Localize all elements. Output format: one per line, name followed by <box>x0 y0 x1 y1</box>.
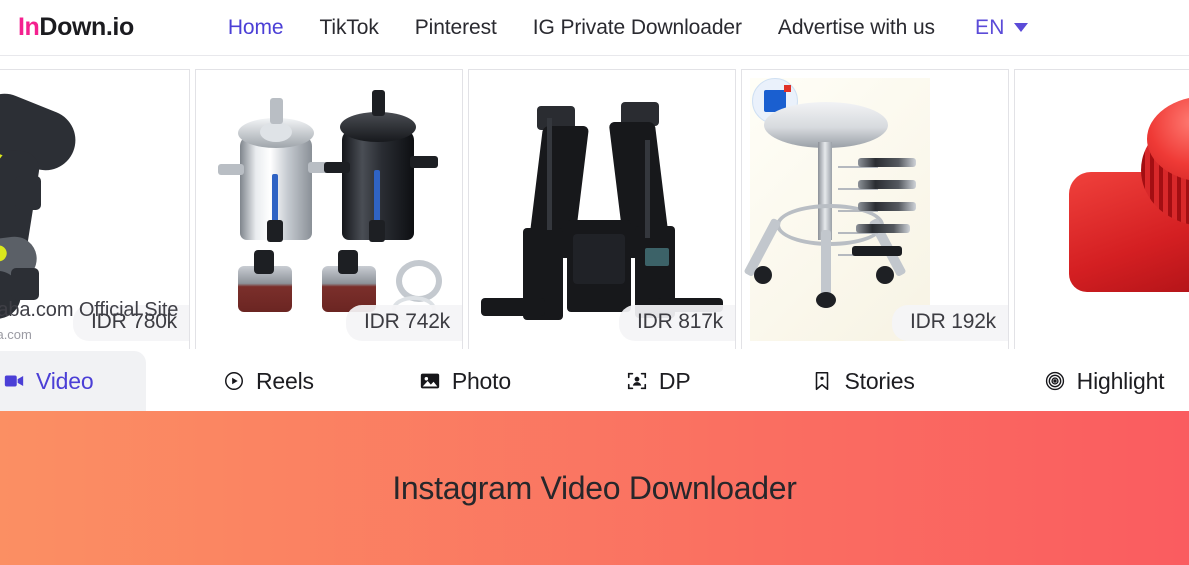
hero-banner: Instagram Video Downloader <box>0 411 1189 565</box>
main-nav: Home TikTok Pinterest IG Private Downloa… <box>210 16 1036 40</box>
tab-label: Stories <box>844 367 915 394</box>
target-circles-icon <box>1043 369 1067 393</box>
chevron-down-icon <box>1013 23 1028 32</box>
tab-label: Reels <box>256 367 314 394</box>
tab-stories[interactable]: Stories <box>786 351 938 411</box>
tab-highlight[interactable]: Highlight <box>1019 351 1189 411</box>
nav-link-home[interactable]: Home <box>210 16 302 40</box>
language-code: EN <box>974 15 1005 39</box>
nav-link-advertise-with-us[interactable]: Advertise with us <box>760 16 953 40</box>
language-selector[interactable]: EN <box>967 16 1036 40</box>
ad-card-tactical-chest-rig[interactable]: IDR 817k <box>468 69 736 349</box>
price-label: IDR 742k <box>346 305 462 341</box>
nav-link-ig-private-downloader[interactable]: IG Private Downloader <box>515 16 760 40</box>
image-icon <box>418 369 442 393</box>
tab-photo[interactable]: Photo <box>394 351 535 411</box>
logo-prefix: In <box>18 13 40 41</box>
tab-reels[interactable]: Reels <box>198 351 338 411</box>
download-type-tabs: Video Reels Photo DP Stories Highlight <box>0 349 1189 411</box>
video-camera-icon <box>2 369 26 393</box>
price-label: IDR 817k <box>619 305 735 341</box>
product-image-oil-catch-can: IDR 742k <box>196 70 462 349</box>
tab-dp[interactable]: DP <box>601 351 715 411</box>
ad-card-oil-catch-can[interactable]: IDR 742k <box>195 69 463 349</box>
product-image-lab-stool: IDR 192k <box>742 70 1008 349</box>
price-label: IDR 192k <box>892 305 1008 341</box>
bookmark-icon <box>810 369 834 393</box>
play-circle-icon <box>222 369 246 393</box>
ad-card-list: IDR 780k IDR 742k IDR 817k IDR 192k <box>0 69 1189 349</box>
nav-link-pinterest[interactable]: Pinterest <box>397 16 515 40</box>
tab-label: DP <box>658 367 691 394</box>
product-image-red-siren <box>1015 70 1189 349</box>
nav-link-tiktok[interactable]: TikTok <box>301 16 396 40</box>
ad-url: aba.com <box>0 327 32 342</box>
ad-title: ibaba.com Official Site <box>0 299 179 321</box>
tab-video[interactable]: Video <box>0 351 146 411</box>
person-frame-icon <box>625 369 649 393</box>
product-image-tactical-chest-rig: IDR 817k <box>469 70 735 349</box>
logo-suffix: Down.io <box>39 13 134 41</box>
tab-label: Photo <box>451 367 511 394</box>
ad-card-lab-stool[interactable]: IDR 192k <box>741 69 1009 349</box>
tab-label: Video <box>36 367 94 394</box>
page-title: Instagram Video Downloader <box>392 469 797 506</box>
top-navbar: InDown.io Home TikTok Pinterest IG Priva… <box>0 0 1189 56</box>
sponsored-ad-strip: IDR 780k IDR 742k IDR 817k IDR 192k ibab… <box>0 56 1189 349</box>
tab-label: Highlight <box>1076 367 1165 394</box>
ad-caption[interactable]: ibaba.com Official Site aba.com <box>0 300 178 341</box>
ad-card-red-siren[interactable] <box>1014 69 1189 349</box>
site-logo[interactable]: InDown.io <box>18 13 134 42</box>
